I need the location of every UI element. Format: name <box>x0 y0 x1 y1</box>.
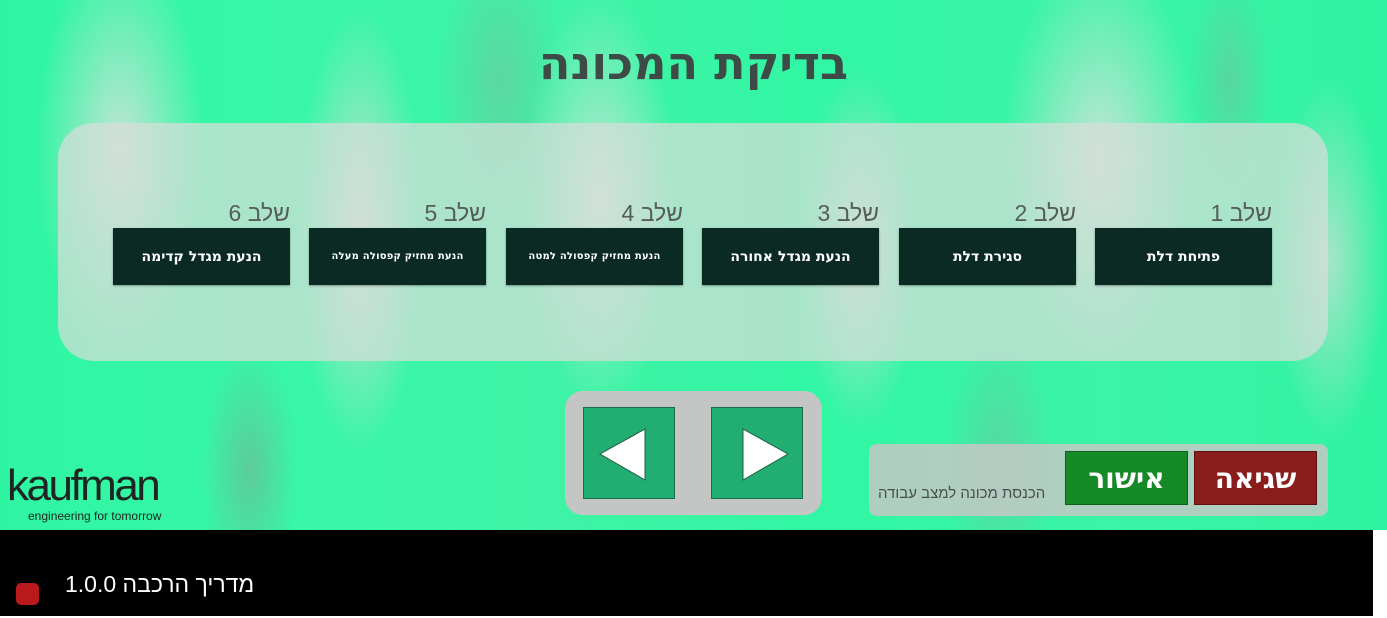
error-button[interactable]: שגיאה <box>1194 451 1317 505</box>
step-6-label: שלב 6 <box>228 200 290 226</box>
move-capsule-holder-down-button[interactable]: הנעת מחזיק קפסולה למטה <box>506 228 683 285</box>
kaufman-logo: kaufman engineering for tomorrow <box>7 461 187 524</box>
step-2-label: שלב 2 <box>1014 200 1076 226</box>
step-4: שלב 4 הנעת מחזיק קפסולה למטה <box>506 198 683 285</box>
previous-button[interactable] <box>583 407 675 499</box>
move-tower-forward-button[interactable]: הנעת מגדל קדימה <box>113 228 290 285</box>
move-tower-back-button[interactable]: הנעת מגדל אחורה <box>702 228 879 285</box>
action-caption: הכנסת מכונה למצב עבודה <box>878 485 1046 502</box>
footer-edge <box>1373 530 1387 618</box>
triangle-left-icon <box>598 428 646 481</box>
step-3: שלב 3 הנעת מגדל אחורה <box>702 198 879 285</box>
open-door-button[interactable]: פתיחת דלת <box>1095 228 1272 285</box>
logo-tagline: engineering for tomorrow <box>28 509 162 523</box>
move-capsule-holder-up-button[interactable]: הנעת מחזיק קפסולה מעלה <box>309 228 486 285</box>
step-4-label: שלב 4 <box>621 200 683 226</box>
close-door-button[interactable]: סגירת דלת <box>899 228 1076 285</box>
step-1: שלב 1 פתיחת דלת <box>1095 198 1272 285</box>
step-1-label: שלב 1 <box>1210 200 1272 226</box>
status-indicator-icon <box>16 583 39 605</box>
step-2: שלב 2 סגירת דלת <box>899 198 1076 285</box>
step-5-label: שלב 5 <box>424 200 486 226</box>
confirm-button[interactable]: אישור <box>1065 451 1188 505</box>
step-3-label: שלב 3 <box>817 200 879 226</box>
page-title: בדיקת המכונה <box>538 36 849 90</box>
step-5: שלב 5 הנעת מחזיק קפסולה מעלה <box>309 198 486 285</box>
step-6: שלב 6 הנעת מגדל קדימה <box>113 198 290 285</box>
logo-wordmark: kaufman <box>7 461 161 510</box>
next-button[interactable] <box>711 407 803 499</box>
footer-title: מדריך הרכבה 1.0.0 <box>65 571 255 597</box>
triangle-right-icon <box>742 428 790 481</box>
